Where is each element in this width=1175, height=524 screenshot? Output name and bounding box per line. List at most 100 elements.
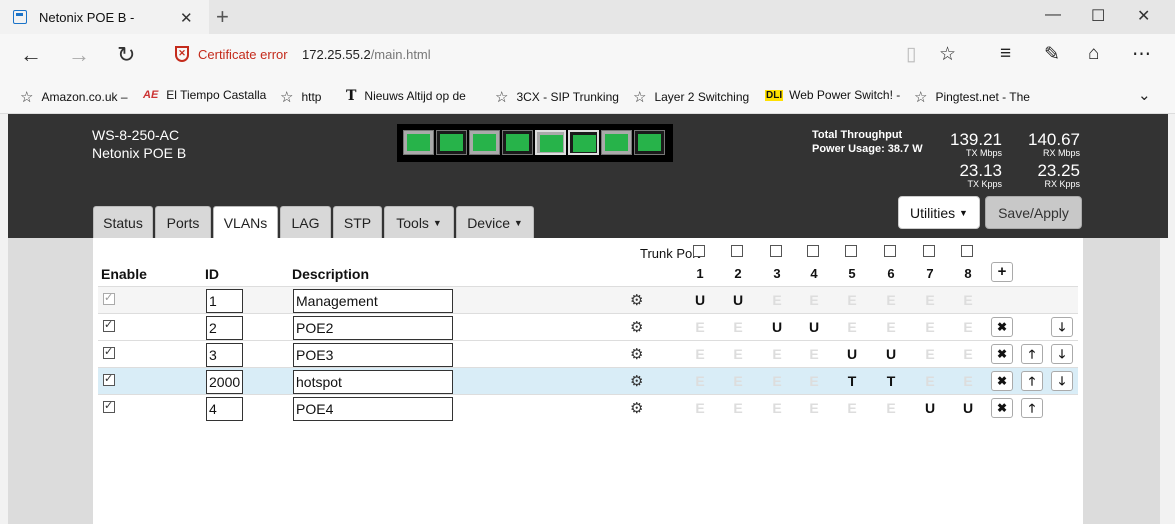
- hub-icon[interactable]: ≡: [1000, 43, 1011, 65]
- enable-checkbox[interactable]: [103, 399, 115, 413]
- utilities-button[interactable]: Utilities ▼: [898, 196, 980, 229]
- port-membership[interactable]: E: [961, 292, 975, 308]
- port-8[interactable]: [634, 130, 665, 155]
- close-window-icon[interactable]: ✕: [1137, 6, 1150, 26]
- favorite-nieuws[interactable]: T Nieuws Altijd op de: [346, 88, 466, 104]
- favorite-http[interactable]: ☆ http: [280, 88, 321, 106]
- port-membership[interactable]: E: [731, 319, 745, 335]
- trunk-port-checkbox[interactable]: [693, 245, 705, 257]
- more-icon[interactable]: ⋯: [1132, 43, 1151, 66]
- gear-icon[interactable]: ⚙: [630, 345, 643, 363]
- move-down-button[interactable]: 🡓: [1051, 344, 1073, 364]
- tab-stp[interactable]: STP: [333, 206, 382, 238]
- enable-checkbox[interactable]: [103, 372, 115, 386]
- delete-vlan-button[interactable]: ✖: [991, 344, 1013, 364]
- new-tab-button[interactable]: +: [216, 4, 229, 30]
- save-apply-button[interactable]: Save/Apply: [985, 196, 1082, 229]
- port-membership[interactable]: E: [731, 346, 745, 362]
- delete-vlan-button[interactable]: ✖: [991, 317, 1013, 337]
- tab-device[interactable]: Device ▼: [456, 206, 534, 238]
- delete-vlan-button[interactable]: ✖: [991, 398, 1013, 418]
- maximize-icon[interactable]: ☐: [1091, 6, 1105, 26]
- port-5[interactable]: [535, 130, 566, 155]
- port-membership[interactable]: E: [731, 373, 745, 389]
- tab-lag[interactable]: LAG: [280, 206, 331, 238]
- trunk-port-checkbox[interactable]: [770, 245, 782, 257]
- tab-tools[interactable]: Tools ▼: [384, 206, 454, 238]
- port-membership[interactable]: E: [770, 373, 784, 389]
- web-note-icon[interactable]: ✎: [1044, 43, 1060, 66]
- port-membership[interactable]: E: [845, 319, 859, 335]
- port-2[interactable]: [436, 130, 467, 155]
- port-membership[interactable]: E: [884, 400, 898, 416]
- port-membership[interactable]: E: [693, 319, 707, 335]
- move-down-button[interactable]: 🡓: [1051, 371, 1073, 391]
- port-membership[interactable]: E: [923, 319, 937, 335]
- certificate-error-badge[interactable]: ✕ Certificate error: [175, 46, 288, 62]
- port-membership[interactable]: E: [961, 373, 975, 389]
- tab-ports[interactable]: Ports: [155, 206, 211, 238]
- port-membership[interactable]: E: [770, 400, 784, 416]
- vlan-description-input[interactable]: POE4: [293, 397, 453, 421]
- port-membership[interactable]: E: [770, 292, 784, 308]
- forward-icon[interactable]: →: [68, 42, 90, 68]
- port-membership[interactable]: E: [845, 400, 859, 416]
- browser-tab[interactable]: Netonix POE B - ✕: [0, 0, 209, 34]
- favorite-layer2[interactable]: ☆ Layer 2 Switching: [633, 88, 749, 106]
- move-up-button[interactable]: 🡑: [1021, 371, 1043, 391]
- port-membership[interactable]: U: [961, 400, 975, 416]
- minimize-icon[interactable]: —: [1045, 6, 1061, 24]
- port-membership[interactable]: E: [770, 346, 784, 362]
- favorite-web-power[interactable]: DLI Web Power Switch! -: [765, 88, 900, 102]
- share-icon[interactable]: ⌂: [1088, 43, 1099, 65]
- gear-icon[interactable]: ⚙: [630, 399, 643, 417]
- port-membership[interactable]: E: [884, 319, 898, 335]
- trunk-port-checkbox[interactable]: [845, 245, 857, 257]
- refresh-icon[interactable]: ↻: [117, 42, 135, 68]
- port-membership[interactable]: E: [923, 346, 937, 362]
- port-membership[interactable]: U: [770, 319, 784, 335]
- trunk-port-checkbox[interactable]: [961, 245, 973, 257]
- port-membership[interactable]: E: [693, 346, 707, 362]
- url-field[interactable]: 172.25.55.2/main.html: [302, 47, 431, 62]
- move-up-button[interactable]: 🡑: [1021, 398, 1043, 418]
- port-membership[interactable]: E: [923, 373, 937, 389]
- port-membership[interactable]: U: [884, 346, 898, 362]
- port-membership[interactable]: E: [807, 400, 821, 416]
- port-3[interactable]: [469, 130, 500, 155]
- vlan-description-input[interactable]: POE2: [293, 316, 453, 340]
- delete-vlan-button[interactable]: ✖: [991, 371, 1013, 391]
- back-icon[interactable]: ←: [20, 42, 42, 68]
- port-7[interactable]: [601, 130, 632, 155]
- port-membership[interactable]: E: [693, 373, 707, 389]
- move-up-button[interactable]: 🡑: [1021, 344, 1043, 364]
- trunk-port-checkbox[interactable]: [731, 245, 743, 257]
- port-membership[interactable]: U: [923, 400, 937, 416]
- favorite-star-icon[interactable]: ☆: [939, 43, 956, 66]
- vlan-id-input[interactable]: 2: [206, 316, 243, 340]
- trunk-port-checkbox[interactable]: [807, 245, 819, 257]
- tab-vlans[interactable]: VLANs: [213, 206, 278, 239]
- port-membership[interactable]: U: [807, 319, 821, 335]
- port-membership[interactable]: E: [845, 292, 859, 308]
- vlan-description-input[interactable]: POE3: [293, 343, 453, 367]
- vlan-id-input[interactable]: 1: [206, 289, 243, 313]
- port-membership[interactable]: E: [961, 319, 975, 335]
- port-membership[interactable]: E: [884, 292, 898, 308]
- gear-icon[interactable]: ⚙: [630, 291, 643, 309]
- enable-checkbox[interactable]: [103, 318, 115, 332]
- reading-view-icon[interactable]: ▯: [906, 43, 916, 66]
- favorite-el-tiempo[interactable]: AE El Tiempo Castalla: [143, 88, 266, 102]
- move-down-button[interactable]: 🡓: [1051, 317, 1073, 337]
- port-membership[interactable]: E: [961, 346, 975, 362]
- add-vlan-button[interactable]: +: [991, 262, 1013, 282]
- enable-checkbox[interactable]: [103, 291, 115, 305]
- port-1[interactable]: [403, 130, 434, 155]
- vlan-id-input[interactable]: 2000: [206, 370, 243, 394]
- port-membership[interactable]: E: [693, 400, 707, 416]
- enable-checkbox[interactable]: [103, 345, 115, 359]
- port-membership[interactable]: U: [693, 292, 707, 308]
- vlan-description-input[interactable]: hotspot: [293, 370, 453, 394]
- port-4[interactable]: [502, 130, 533, 155]
- port-membership[interactable]: E: [807, 373, 821, 389]
